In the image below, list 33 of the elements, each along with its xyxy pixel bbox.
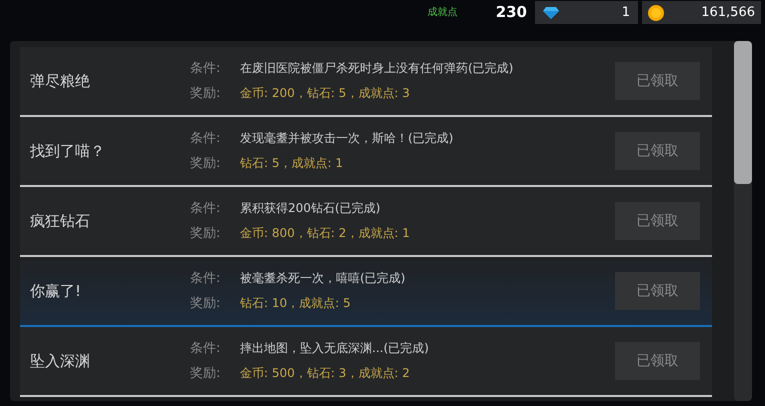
- coin-icon: [648, 4, 664, 20]
- scrollbar-track[interactable]: [734, 41, 752, 401]
- reward-text: 金币: 800，钻石: 2，成就点: 1: [240, 225, 410, 242]
- scrollbar-thumb[interactable]: [734, 41, 752, 184]
- condition-label: 条件:: [190, 60, 222, 78]
- condition-text: 在废旧医院被僵尸杀死时身上没有任何弹药(已完成): [240, 60, 514, 76]
- reward-label: 奖励:: [190, 365, 222, 383]
- coin-count: 161,566: [701, 4, 755, 22]
- condition-label: 条件:: [190, 130, 222, 148]
- achievement-title: 疯狂钻石: [30, 212, 90, 230]
- condition-text: 累积获得200钻石(已完成): [240, 200, 380, 216]
- reward-text: 金币: 500，钻石: 3，成就点: 2: [240, 365, 410, 382]
- condition-label: 条件:: [190, 270, 222, 288]
- achievement-points-label: 成就点: [428, 6, 458, 20]
- condition-text: 发现毫耋并被攻击一次，斯哈！(已完成): [240, 130, 454, 146]
- condition-text: 被毫耋杀死一次，嘻嘻(已完成): [240, 270, 406, 286]
- reward-text: 金币: 200，钻石: 5，成就点: 3: [240, 85, 410, 102]
- reward-label: 奖励:: [190, 295, 222, 313]
- reward-label: 奖励:: [190, 155, 222, 173]
- reward-text: 钻石: 10，成就点: 5: [240, 295, 351, 312]
- diamond-icon: [543, 6, 559, 18]
- reward-text: 钻石: 5，成就点: 1: [240, 155, 343, 172]
- condition-label: 条件:: [190, 340, 222, 358]
- achievement-title: 找到了喵？: [30, 142, 105, 160]
- achievement-points: 230: [496, 2, 527, 24]
- achievement-title: 你赢了!: [30, 282, 82, 300]
- reward-label: 奖励:: [190, 225, 222, 243]
- condition-text: 摔出地图，坠入无底深渊...(已完成): [240, 340, 429, 356]
- achievement-title: 弹尽粮绝: [30, 72, 90, 90]
- condition-label: 条件:: [190, 200, 222, 218]
- achievement-title: 坠入深渊: [30, 352, 90, 370]
- reward-label: 奖励:: [190, 85, 222, 103]
- diamond-count: 1: [622, 4, 630, 22]
